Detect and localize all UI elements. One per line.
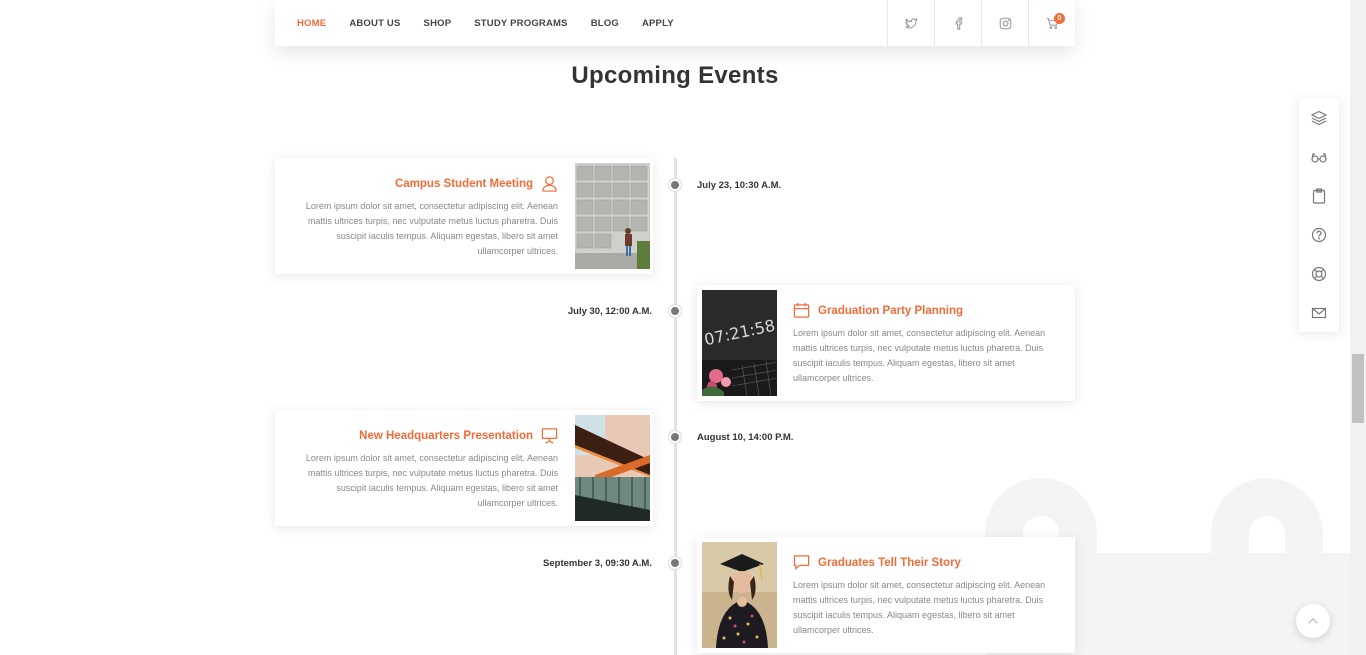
nav-blog[interactable]: BLOG (591, 18, 619, 29)
nav-study-programs[interactable]: STUDY PROGRAMS (474, 18, 567, 29)
cart-button[interactable]: 0 (1028, 0, 1075, 46)
main-menu: HOME ABOUT US SHOP STUDY PROGRAMS BLOG A… (297, 0, 697, 46)
section-title: Upcoming Events (571, 62, 779, 89)
event-image-graduate[interactable] (702, 542, 777, 648)
lifebuoy-icon[interactable] (1299, 254, 1339, 293)
event-image-clock[interactable]: 07:21:58 (702, 290, 777, 396)
instagram-icon[interactable] (981, 0, 1028, 46)
event-date: August 10, 14:00 P.M. (697, 432, 794, 443)
layers-icon[interactable] (1299, 98, 1339, 137)
presentation-icon (541, 427, 558, 444)
chevron-up-icon (1308, 617, 1318, 624)
event-image-staircase[interactable] (575, 415, 650, 521)
user-icon (541, 175, 558, 192)
event-title[interactable]: Graduation Party Planning (818, 305, 963, 317)
nav-apply[interactable]: APPLY (642, 18, 674, 29)
event-description: Lorem ipsum dolor sit amet, consectetur … (305, 201, 558, 256)
event-description: Lorem ipsum dolor sit amet, consectetur … (793, 580, 1046, 635)
nav-icon-group: 0 (887, 0, 1075, 46)
event-card-graduation-party-planning[interactable]: 07:21:58 Graduation Party Planning Lorem… (697, 285, 1075, 401)
glasses-icon[interactable] (1299, 137, 1339, 176)
cart-count-badge: 0 (1054, 13, 1065, 24)
event-text: Graduation Party Planning Lorem ipsum do… (793, 302, 1063, 386)
clipboard-icon[interactable] (1299, 176, 1339, 215)
event-date: July 23, 10:30 A.M. (697, 180, 782, 191)
event-image-building[interactable] (575, 163, 650, 269)
back-to-top-button[interactable] (1296, 604, 1330, 638)
facebook-icon[interactable] (934, 0, 981, 46)
event-card-graduates-tell-their-story[interactable]: Graduates Tell Their Story Lorem ipsum d… (697, 537, 1075, 653)
top-navigation: HOME ABOUT US SHOP STUDY PROGRAMS BLOG A… (275, 0, 1075, 46)
event-description: Lorem ipsum dolor sit amet, consectetur … (793, 328, 1046, 383)
event-date: September 3, 09:30 A.M. (543, 558, 652, 569)
timeline-dot (669, 179, 681, 191)
event-card-campus-student-meeting[interactable]: Campus Student Meeting Lorem ipsum dolor… (275, 158, 653, 274)
scrollbar-thumb[interactable] (1352, 354, 1364, 423)
timeline-dot (669, 305, 681, 317)
event-title[interactable]: New Headquarters Presentation (359, 430, 533, 442)
timeline-line (674, 158, 677, 655)
event-description: Lorem ipsum dolor sit amet, consectetur … (305, 453, 558, 508)
help-icon[interactable] (1299, 215, 1339, 254)
mail-icon[interactable] (1299, 293, 1339, 332)
page-scrollbar[interactable] (1350, 0, 1366, 655)
timeline-dot (669, 557, 681, 569)
chat-icon (793, 554, 810, 571)
side-toolbar (1299, 98, 1339, 332)
event-card-new-headquarters-presentation[interactable]: New Headquarters Presentation Lorem ipsu… (275, 410, 653, 526)
nav-about-us[interactable]: ABOUT US (349, 18, 400, 29)
nav-shop[interactable]: SHOP (424, 18, 452, 29)
event-title[interactable]: Campus Student Meeting (395, 178, 533, 190)
timeline-dot (669, 431, 681, 443)
event-text: Campus Student Meeting Lorem ipsum dolor… (288, 175, 558, 259)
calendar-icon (793, 302, 810, 319)
event-text: Graduates Tell Their Story Lorem ipsum d… (793, 554, 1063, 638)
event-date: July 30, 12:00 A.M. (567, 306, 652, 317)
nav-home[interactable]: HOME (297, 18, 326, 29)
event-title[interactable]: Graduates Tell Their Story (818, 557, 961, 569)
twitter-icon[interactable] (887, 0, 934, 46)
event-text: New Headquarters Presentation Lorem ipsu… (288, 427, 558, 511)
